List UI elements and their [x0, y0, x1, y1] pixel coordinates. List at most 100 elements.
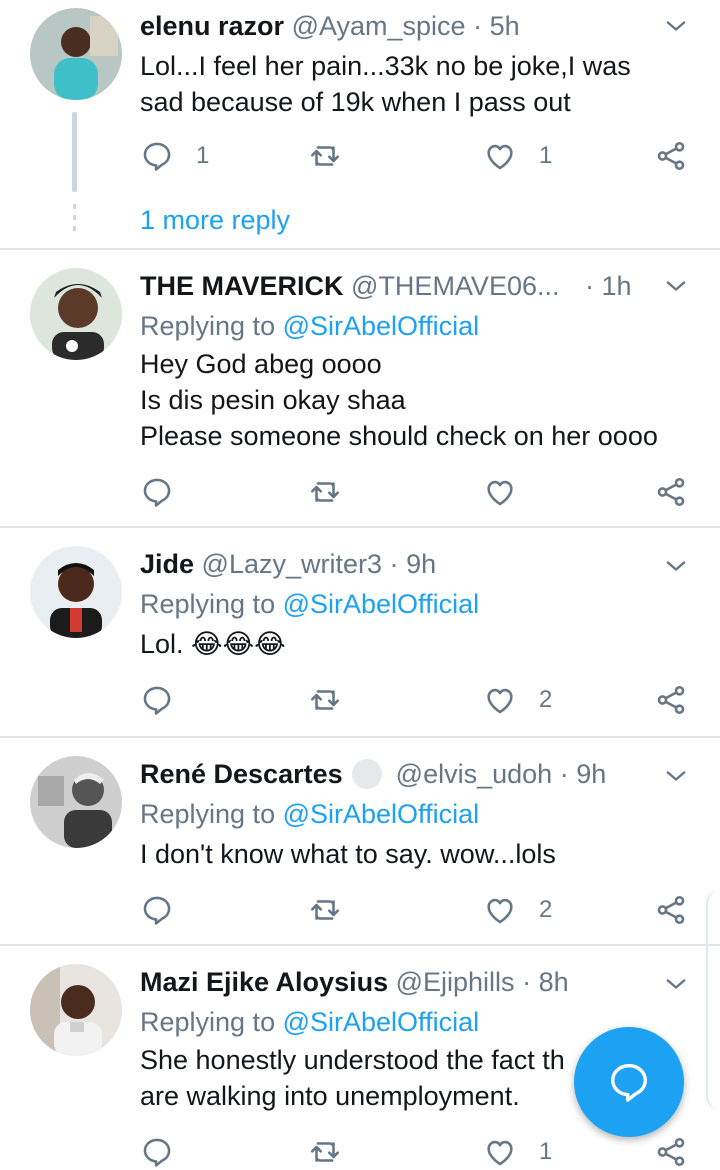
separator-dot: · [559, 759, 569, 789]
timestamp[interactable]: 9h [406, 549, 436, 579]
tweet-header: René Descartes @elvis_udoh · 9h [140, 756, 660, 792]
tweet[interactable]: elenu razor @Ayam_spice · 5h Lol...I fee… [0, 0, 720, 248]
compose-reply-button[interactable] [574, 1027, 684, 1137]
like-button[interactable] [483, 472, 539, 512]
like-button[interactable]: 1 [483, 1132, 552, 1170]
mention-link[interactable]: @SirAbelOfficial [283, 311, 479, 341]
replying-to-label: Replying to [140, 799, 276, 829]
chevron-down-icon[interactable] [662, 12, 690, 40]
mention-link[interactable]: @SirAbelOfficial [283, 1007, 479, 1037]
avatar[interactable] [30, 964, 122, 1056]
chevron-down-icon[interactable] [662, 552, 690, 580]
share-button[interactable] [654, 472, 688, 512]
tweet-text-line: Is dis pesin okay shaa [140, 385, 406, 415]
avatar[interactable] [30, 8, 122, 100]
more-replies-link[interactable]: 1 more reply [140, 202, 290, 238]
chevron-down-icon[interactable] [662, 272, 690, 300]
tweet-actions: 2 [140, 680, 700, 720]
chevron-down-icon[interactable] [662, 970, 690, 998]
reply-button[interactable] [140, 472, 196, 512]
mention-link[interactable]: @SirAbelOfficial [283, 799, 479, 829]
share-button[interactable] [654, 890, 688, 930]
display-name[interactable]: Jide [140, 549, 194, 579]
display-name[interactable]: René Descartes [140, 759, 343, 789]
avatar[interactable] [30, 756, 122, 848]
share-icon [654, 475, 688, 509]
reply-button[interactable] [140, 890, 196, 930]
replying-to-label: Replying to [140, 1007, 276, 1037]
retweet-icon [308, 139, 342, 173]
retweet-button[interactable] [308, 680, 364, 720]
tweet-actions: 1 1 [140, 136, 700, 176]
reply-button[interactable]: 1 [140, 136, 209, 176]
avatar[interactable] [30, 268, 122, 360]
reply-button[interactable] [140, 680, 196, 720]
timestamp[interactable]: 1h [602, 271, 632, 301]
tweet-text: Hey God abeg oooo Is dis pesin okay shaa… [140, 346, 690, 454]
tweet-header: elenu razor @Ayam_spice · 5h [140, 8, 660, 44]
tweet[interactable]: Jide @Lazy_writer3 · 9h Replying to @Sir… [0, 528, 720, 736]
tweet-actions [140, 472, 700, 512]
retweet-icon [308, 475, 342, 509]
tweet-text-line: sad because of 19k when I pass out [140, 87, 571, 117]
tweet-header: Mazi Ejike Aloysius @Ejiphills · 8h [140, 964, 660, 1000]
replying-to-label: Replying to [140, 311, 276, 341]
tweet-text-line: Hey God abeg oooo [140, 349, 382, 379]
display-name[interactable]: Mazi Ejike Aloysius [140, 967, 388, 997]
avatar[interactable] [30, 546, 122, 638]
timestamp[interactable]: 9h [576, 759, 606, 789]
compose-reply-icon [610, 1063, 648, 1102]
share-icon [654, 893, 688, 927]
speech-bubble-icon [140, 1135, 174, 1169]
thread-dots [73, 204, 76, 237]
scroll-indicator[interactable] [706, 890, 720, 1110]
like-count: 2 [539, 896, 553, 923]
share-icon [654, 1135, 688, 1169]
reply-button[interactable] [140, 1132, 196, 1170]
tweet[interactable]: THE MAVERICK @THEMAVE06... · 1h Replying… [0, 250, 720, 526]
timestamp[interactable]: 5h [490, 11, 520, 41]
user-handle[interactable]: @Ejiphills [396, 967, 515, 997]
mention-link[interactable]: @SirAbelOfficial [283, 589, 479, 619]
thread-line [72, 112, 77, 192]
retweet-icon [308, 683, 342, 717]
replying-to-label: Replying to [140, 589, 276, 619]
share-button[interactable] [654, 136, 688, 176]
tweet-text-line: Lol. 😂😂😂 [140, 629, 286, 659]
display-name[interactable]: THE MAVERICK [140, 271, 344, 301]
speech-bubble-icon [140, 893, 174, 927]
tweet-text: Lol...I feel her pain...33k no be joke,I… [140, 48, 690, 120]
like-count: 1 [539, 142, 553, 169]
chevron-down-icon[interactable] [662, 762, 690, 790]
user-handle[interactable]: @THEMAVE06... [351, 271, 559, 301]
tweet-header: THE MAVERICK @THEMAVE06... · 1h [140, 268, 660, 304]
share-button[interactable] [654, 680, 688, 720]
tweet-text: I don't know what to say. wow...lols [140, 836, 690, 872]
tweet-text-line: Please someone should check on her oooo [140, 421, 658, 451]
retweet-button[interactable] [308, 136, 364, 176]
speech-bubble-icon [140, 683, 174, 717]
tweet[interactable]: René Descartes @elvis_udoh · 9h Replying… [0, 738, 720, 944]
separator-dot: · [522, 967, 532, 997]
like-button[interactable]: 2 [483, 680, 552, 720]
separator-dot: · [389, 549, 399, 579]
retweet-icon [308, 893, 342, 927]
user-handle[interactable]: @elvis_udoh [396, 759, 553, 789]
retweet-button[interactable] [308, 1132, 364, 1170]
heart-icon [483, 893, 517, 927]
user-handle[interactable]: @Ayam_spice [292, 11, 466, 41]
like-button[interactable]: 2 [483, 890, 552, 930]
share-icon [654, 139, 688, 173]
replying-to: Replying to @SirAbelOfficial [140, 586, 479, 622]
retweet-button[interactable] [308, 472, 364, 512]
replying-to: Replying to @SirAbelOfficial [140, 308, 479, 344]
separator-dot: · [473, 11, 483, 41]
retweet-button[interactable] [308, 890, 364, 930]
like-button[interactable]: 1 [483, 136, 552, 176]
display-name[interactable]: elenu razor [140, 11, 284, 41]
retweet-icon [308, 1135, 342, 1169]
share-button[interactable] [654, 1132, 688, 1170]
user-handle[interactable]: @Lazy_writer3 [202, 549, 382, 579]
timestamp[interactable]: 8h [539, 967, 569, 997]
replying-to: Replying to @SirAbelOfficial [140, 796, 479, 832]
